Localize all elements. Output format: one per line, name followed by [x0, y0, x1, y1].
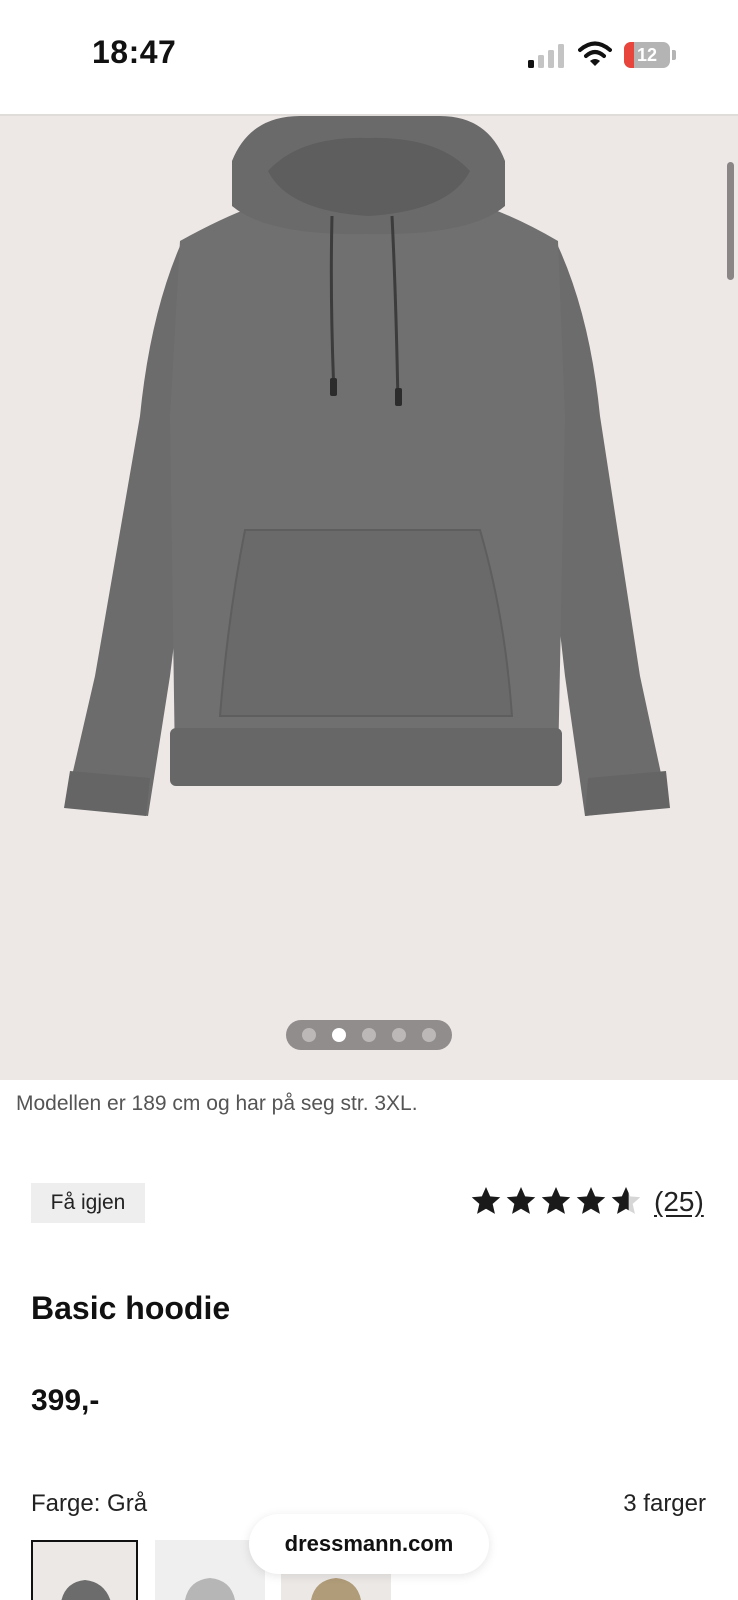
product-image-gallery[interactable] [0, 116, 738, 1080]
rating-stars[interactable] [470, 1185, 642, 1217]
star-icon [541, 1187, 571, 1214]
gallery-dot[interactable] [422, 1028, 436, 1042]
rating-count-link[interactable]: (25) [654, 1186, 704, 1218]
gallery-dot[interactable] [392, 1028, 406, 1042]
signal-icon [528, 44, 564, 68]
star-icon [471, 1187, 501, 1214]
product-image [64, 116, 670, 816]
battery-icon: 12 [624, 42, 676, 68]
gallery-dot[interactable] [362, 1028, 376, 1042]
star-icon [506, 1187, 536, 1214]
status-time: 18:47 [92, 34, 177, 70]
gallery-pagination[interactable] [286, 1020, 452, 1050]
restock-badge: Få igjen [31, 1183, 145, 1223]
gallery-dot[interactable] [302, 1028, 316, 1042]
star-icon [576, 1187, 606, 1214]
product-price: 399,- [31, 1384, 100, 1417]
scroll-indicator[interactable] [727, 162, 734, 280]
status-bar: 18:47 12 [0, 0, 738, 108]
browser-url-bar[interactable]: dressmann.com [249, 1514, 489, 1574]
model-size-note: Modellen er 189 cm og har på seg str. 3X… [16, 1092, 418, 1115]
product-title: Basic hoodie [31, 1290, 231, 1326]
swatch-hoodie-thumbnail [61, 1580, 111, 1600]
wifi-icon [578, 41, 612, 66]
color-label: Farge: Grå [31, 1490, 148, 1517]
color-swatch-selected[interactable] [31, 1540, 138, 1600]
half-star-icon [611, 1187, 641, 1214]
color-count: 3 farger [623, 1490, 706, 1517]
gallery-dot-active[interactable] [332, 1028, 346, 1042]
battery-level: 12 [636, 45, 658, 65]
